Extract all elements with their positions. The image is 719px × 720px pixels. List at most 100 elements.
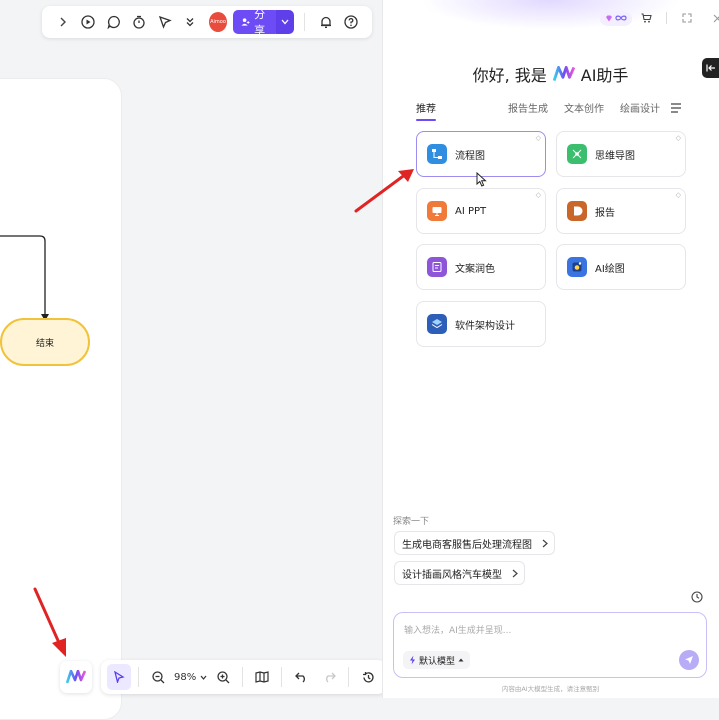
card-mindmap[interactable]: 思维导图 ◇: [556, 131, 686, 177]
explore-label: 探索一下: [393, 517, 430, 527]
model-select[interactable]: 默认模型: [403, 651, 471, 669]
suggestion-chip[interactable]: 设计插画风格汽车模型: [394, 561, 525, 585]
card-ai-drawing[interactable]: AI绘图: [556, 244, 686, 290]
suggestion-text: 设计插画风格汽车模型: [402, 569, 502, 581]
share-button[interactable]: 分享: [233, 8, 280, 37]
pin-icon: ◇: [535, 134, 541, 142]
tab-recommend[interactable]: 推荐: [416, 100, 436, 121]
timer-icon[interactable]: [126, 8, 151, 36]
zoom-in-icon: [217, 670, 230, 683]
vip-badge[interactable]: [600, 10, 632, 26]
copywriting-icon: [427, 257, 447, 277]
pin-icon: ◇: [675, 134, 681, 142]
ai-logo-icon: [66, 670, 86, 684]
chevron-right-icon: [512, 569, 518, 577]
card-label: 软件架构设计: [455, 320, 515, 332]
lightning-icon: [410, 655, 415, 665]
card-label: 报告: [595, 207, 615, 219]
end-node[interactable]: 结束: [0, 318, 90, 366]
annotation-arrow: [33, 587, 66, 657]
chevron-right-icon[interactable]: [50, 8, 75, 36]
select-tool-button[interactable]: [107, 664, 131, 690]
greeting-prefix: 你好, 我是: [472, 66, 547, 85]
map-view-button[interactable]: [250, 664, 274, 690]
architecture-icon: [427, 314, 447, 334]
panel-divider: [666, 12, 667, 24]
pin-icon: ◇: [675, 191, 681, 199]
undo-button[interactable]: [289, 664, 313, 690]
avatar[interactable]: Aimoo: [208, 12, 228, 32]
toolbar-divider: [138, 667, 139, 687]
redo-icon: [325, 672, 336, 682]
menu-icon[interactable]: [670, 102, 682, 113]
bottom-toolbar: 98%: [101, 660, 387, 694]
card-flowchart[interactable]: 流程图 ◇: [416, 131, 546, 177]
ai-disclaimer: 内容由AI大模型生成，请注意甄别: [501, 685, 600, 693]
tab-design[interactable]: 绘画设计: [620, 100, 660, 115]
report-icon: [567, 201, 587, 221]
card-report[interactable]: 报告 ◇: [556, 188, 686, 234]
help-icon[interactable]: [338, 8, 363, 36]
zoom-level: 98%: [174, 671, 197, 683]
book-icon: [255, 671, 269, 683]
send-button[interactable]: [679, 650, 699, 670]
end-node-label: 结束: [35, 338, 54, 349]
history-icon[interactable]: [691, 591, 703, 603]
model-label: 默认模型: [419, 656, 456, 667]
gem-icon: [606, 15, 612, 21]
prompt-input[interactable]: 输入想法，AI生成并呈现...: [404, 623, 511, 636]
caret-up-icon: [458, 658, 464, 662]
toolbar-divider: [281, 667, 283, 687]
mouse-cursor-icon: [476, 172, 487, 187]
play-icon[interactable]: [75, 8, 100, 36]
ai-assistant-button[interactable]: [60, 661, 92, 693]
comment-icon[interactable]: [101, 8, 126, 36]
bell-icon[interactable]: [313, 8, 338, 36]
chevron-right-icon: [542, 539, 548, 547]
suggestion-chip[interactable]: 生成电商客服售后处理流程图: [394, 531, 555, 555]
annotation-arrow: [354, 169, 414, 213]
expand-icon[interactable]: [679, 10, 695, 26]
greeting-suffix: AI助手: [580, 66, 629, 85]
double-chevron-down-icon[interactable]: [177, 8, 202, 36]
card-label: AI绘图: [595, 263, 625, 275]
ai-drawing-icon: [567, 257, 587, 277]
card-label: 流程图: [455, 150, 485, 162]
redo-button[interactable]: [317, 664, 341, 690]
card-copywriting[interactable]: 文案润色: [416, 244, 546, 290]
card-label: 思维导图: [595, 150, 635, 162]
panel-top-icons: [600, 10, 719, 26]
history-icon: [362, 671, 374, 682]
category-tabs: 推荐 报告生成 文本创作 绘画设计: [416, 100, 686, 121]
send-icon: [685, 656, 693, 664]
zoom-out-icon: [151, 670, 164, 683]
close-icon[interactable]: [709, 10, 719, 26]
card-architecture[interactable]: 软件架构设计: [416, 301, 546, 347]
greeting: 你好, 我是 AI助手: [382, 62, 719, 86]
top-toolbar: Aimoo 分享: [42, 6, 372, 38]
laser-pointer-icon[interactable]: [152, 8, 177, 36]
toolbar-divider: [242, 667, 244, 687]
history-button[interactable]: [356, 664, 380, 690]
tab-report[interactable]: 报告生成: [508, 100, 548, 115]
toolbar-divider: [348, 667, 350, 687]
card-label: AI PPT: [455, 205, 487, 217]
share-dropdown-button[interactable]: [275, 10, 295, 34]
card-ai-ppt[interactable]: AI PPT ◇: [416, 188, 546, 234]
add-user-icon: [241, 18, 250, 26]
flowchart-icon: [427, 144, 447, 164]
card-label: 文案润色: [455, 263, 495, 275]
ppt-icon: [427, 201, 447, 221]
chevron-down-icon: [281, 19, 289, 25]
zoom-level-select[interactable]: 98%: [174, 664, 207, 690]
share-label: 分享: [254, 8, 266, 37]
tab-writing[interactable]: 文本创作: [564, 100, 604, 115]
cart-icon[interactable]: [638, 10, 654, 26]
infinity-icon: [615, 15, 627, 21]
chevron-down-icon: [200, 675, 207, 680]
undo-icon: [294, 672, 305, 682]
flow-connector: [0, 235, 49, 321]
zoom-in-button[interactable]: [211, 664, 235, 690]
zoom-out-button[interactable]: [146, 664, 170, 690]
toolbar-divider: [304, 13, 305, 31]
